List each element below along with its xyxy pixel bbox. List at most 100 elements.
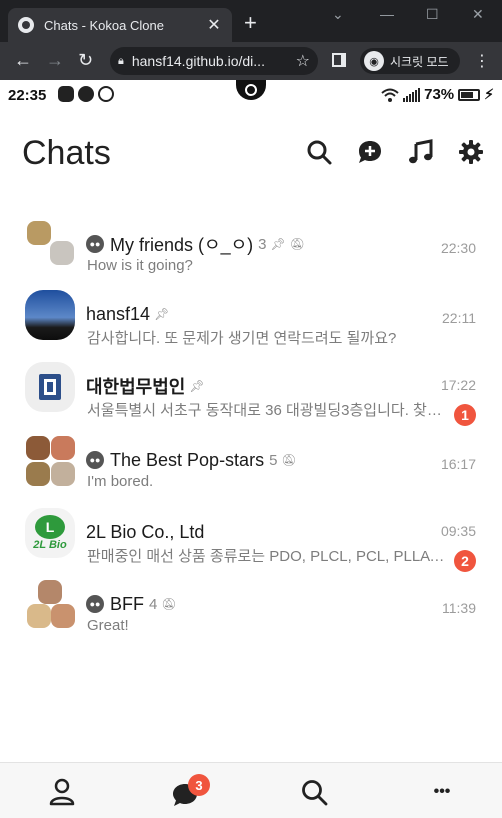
chat-time: 17:22 [440,377,476,393]
chat-time: 16:17 [440,456,476,472]
browser-menu-icon[interactable]: ⋮ [474,51,490,71]
chat-row-pop-stars[interactable]: ●● The Best Pop-stars 5 🔕︎ I'm bored. 16… [0,436,502,508]
back-arrow-icon[interactable]: ← [14,50,32,70]
chat-preview: 감사합니다. 또 문제가 생기면 연락드려도 될까요? [87,330,397,347]
member-avatar [27,221,51,245]
member-avatar [38,580,62,604]
chat-name: My friends (ㅇ_ㅇ) [110,235,254,255]
mute-bell-icon: 🔕︎ [281,453,297,467]
law-firm-logo [25,362,75,412]
member-count: 5 [269,451,278,469]
side-panel-icon[interactable] [332,53,346,67]
notification-icons [58,86,114,102]
chat-row-2l-bio[interactable]: L 2L Bio 2L Bio Co., Ltd 판매중인 매선 상품 종류로는… [0,508,502,580]
search-icon[interactable] [299,777,329,807]
incognito-indicator[interactable]: ◉ 시크릿 모드 [360,48,460,74]
viber-icon [98,86,114,102]
incognito-icon: ◉ [364,51,384,71]
chat-preview: Great! [87,617,129,634]
signal-icon [403,87,421,102]
chat-row-bff[interactable]: ●● BFF 4 🔕︎ Great! 11:39 [0,580,502,652]
member-avatar [51,604,75,628]
member-avatar [51,462,75,486]
chat-preview: I'm bored. [87,473,154,490]
new-tab-button[interactable]: + [244,12,257,34]
chat-time: 11:39 [442,600,476,616]
group-chat-icon: ●● [86,595,104,613]
battery-percent: 73% [424,86,455,103]
lock-icon: 🔒︎ [118,54,124,67]
group-chat-icon: ●● [86,451,104,469]
group-chat-icon: ●● [86,235,104,253]
message-icon [78,86,94,102]
browser-tab[interactable]: Chats - Kokoa Clone ✕ [8,8,232,42]
forward-arrow-icon[interactable]: → [46,50,64,70]
member-avatar [51,436,75,460]
chat-row-hansf14[interactable]: hansf14 📌︎ 감사합니다. 또 문제가 생기면 연락드려도 될까요? 2… [0,290,502,362]
reload-icon[interactable]: ↻ [78,50,93,70]
status-indicators: 73% ⚡︎ [381,86,494,103]
globe-icon [18,17,34,33]
group-avatar [25,436,75,486]
pin-icon: 📌︎ [189,379,205,393]
page-title: Chats [22,134,111,172]
chat-preview: 서울특별시 서초구 동작대로 36 대광빌딩3층입니다. 찾아오시는 길은... [87,402,447,419]
tab-search-icon[interactable]: ⌄ [332,6,344,23]
group-avatar [25,580,75,630]
charging-icon: ⚡︎ [484,86,494,102]
status-time: 22:35 [8,87,47,104]
new-chat-icon[interactable] [356,138,384,166]
chat-name: BFF [110,593,144,614]
minimize-window-button[interactable]: — [380,6,394,22]
company-logo: L 2L Bio [25,508,75,558]
phone-status-bar: 22:35 73% ⚡︎ [0,80,502,110]
battery-icon [458,88,481,101]
more-options-icon[interactable]: ••• [427,777,457,807]
chat-name: The Best Pop-stars [110,449,265,470]
browser-toolbar: ← → ↻ 🔒︎ hansf14.github.io/di... ☆ ◉ 시크릿… [0,42,502,80]
chat-name: hansf14 [86,303,151,324]
close-window-button[interactable]: ✕ [472,6,484,23]
member-avatar [26,436,50,460]
chat-row-law-firm[interactable]: 대한법무법인 📌︎ 서울특별시 서초구 동작대로 36 대광빌딩3층입니다. 찾… [0,362,502,434]
browser-tab-bar: Chats - Kokoa Clone ✕ + ⌄ — ☐ ✕ [0,0,502,42]
search-icon[interactable] [305,138,333,166]
chat-preview: How is it going? [87,257,193,274]
address-bar[interactable]: 🔒︎ hansf14.github.io/di... ☆ [110,47,318,75]
profile-avatar [25,290,75,340]
member-count: 4 [149,595,158,613]
mute-bell-icon: 🔕︎ [289,237,305,251]
tab-title: Chats - Kokoa Clone [44,17,164,33]
app-header: Chats [0,110,502,200]
settings-gear-icon[interactable] [457,138,485,166]
unread-badge: 1 [454,404,476,426]
wifi-icon [381,88,399,102]
bottom-navigation: 3 ••• [0,762,502,818]
chat-time: 09:35 [440,523,476,539]
member-count: 3 [258,235,267,253]
pin-icon: 📌︎ [154,307,170,321]
member-avatar [50,241,74,265]
mute-bell-icon: 🔕︎ [161,597,177,611]
member-avatar [26,462,50,486]
discord-icon [58,86,74,102]
unread-badge: 2 [454,550,476,572]
chat-row-my-friends[interactable]: ●● My friends (ㅇ_ㅇ) 3 📌︎ 🔕︎ How is it go… [0,220,502,292]
url-text[interactable]: hansf14.github.io/di... [132,53,296,69]
camera-notch [236,80,266,100]
incognito-label: 시크릿 모드 [390,54,449,69]
member-avatar [27,604,51,628]
pin-icon: 📌︎ [270,237,286,251]
chat-time: 22:11 [442,310,476,326]
chat-name: 2L Bio Co., Ltd [86,521,205,542]
friends-user-icon[interactable] [47,777,77,807]
bookmark-star-icon[interactable]: ☆ [296,51,310,71]
chat-unread-badge: 3 [188,774,210,796]
chat-preview: 판매중인 매선 상품 종류로는 PDO, PLCL, PCL, PLLA 등이 … [87,548,447,565]
tab-close-icon[interactable]: ✕ [206,15,222,35]
group-avatar [25,220,75,270]
chat-name: 대한법무법인 [86,377,186,397]
chat-time: 22:30 [440,240,476,256]
music-icon[interactable] [407,138,435,166]
maximize-window-button[interactable]: ☐ [426,6,439,23]
